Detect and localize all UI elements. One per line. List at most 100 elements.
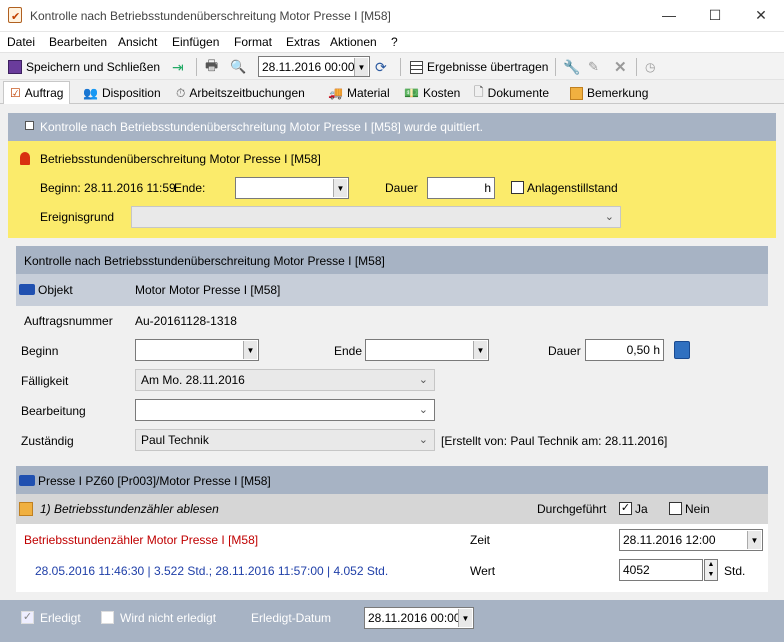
due-label: Fälligkeit [21,374,69,388]
tab-label: Kosten [422,86,461,100]
standstill-label: Anlagenstillstand [527,181,618,195]
object-value: Motor Motor Presse I [M58] [135,283,281,297]
acknowledged-text: Kontrolle nach Betriebsstundenüberschrei… [40,120,483,134]
export-icon[interactable]: ⇥ [172,57,184,77]
tab-bar: ☑ Auftrag 👥 Disposition ⏱ Arbeitszeitbuchun… [0,80,784,104]
duration-label: Dauer [548,344,581,358]
reason-label: Ereignisgrund [40,210,115,224]
tab-dokumente[interactable]: 🗋 Dokumente [468,82,555,104]
tab-material[interactable]: 🚚 Material [322,82,396,104]
alarm-begin: Beginn: 28.11.2016 11:59 [40,181,176,195]
task-done-label: Durchgeführt [537,502,607,516]
task-yes-checkbox[interactable]: ✓ [619,502,632,515]
menu-datei[interactable]: Datei [7,35,35,49]
calculator-icon[interactable] [674,341,690,359]
chevron-down-icon: ▼ [333,179,347,197]
menu-einfuegen[interactable]: Einfügen [172,35,219,49]
done-date-value: 28.11.2016 00:00 [368,611,461,625]
menu-extras[interactable]: Extras [286,35,320,49]
responsible-select[interactable]: Paul Technik ⌄ [135,429,435,451]
save-icon [8,60,22,74]
order-header-title: Kontrolle nach Betriebsstundenüberschrei… [24,254,385,268]
not-done-checkbox[interactable] [101,611,114,624]
due-select[interactable]: Am Mo. 28.11.2016 ⌄ [135,369,435,391]
save-close-button[interactable]: Speichern und Schließen [8,57,160,77]
refresh-icon[interactable]: ⟳ [375,57,387,77]
alarm-end-input[interactable]: ▼ [235,177,349,199]
tab-arbeitszeitbuchungen[interactable]: ⏱ Arbeitszeitbuchungen [170,82,311,104]
tab-label: Disposition [101,86,161,100]
processing-select[interactable]: ⌄ [135,399,435,421]
title-bar: ✔ Kontrolle nach Betriebsstundenüberschr… [0,0,784,32]
minimize-button[interactable]: — [646,0,692,30]
tab-kosten[interactable]: 💵 Kosten [398,82,466,104]
toolbar: Speichern und Schließen ⇥ 🖶 🔍 28.11.2016… [0,52,784,80]
done-date-input[interactable]: 28.11.2016 00:00 ▼ [364,607,474,629]
order-number-value: Au-20161128-1318 [135,314,237,328]
order-number-label: Auftragsnummer [24,314,113,328]
task-no-checkbox[interactable] [669,502,682,515]
menu-bar: Datei Bearbeiten Ansicht Einfügen Format… [0,32,784,52]
responsible-value: Paul Technik [141,433,209,447]
chevron-down-icon: ▼ [243,341,257,359]
acknowledged-checkbox[interactable] [25,121,34,130]
toolbar-date-select[interactable]: 28.11.2016 00:00 ▼ [258,56,370,77]
edit-icon[interactable]: ✎ [588,57,599,77]
begin-input[interactable]: ▼ [135,339,259,361]
task-note-icon [19,502,33,516]
alarm-duration-input[interactable]: h [427,177,495,199]
menu-bearbeiten[interactable]: Bearbeiten [49,35,107,49]
machine-header: Presse I PZ60 [Pr003]/Motor Presse I [M5… [16,466,768,494]
task-title: 1) Betriebsstundenzähler ablesen [40,502,219,516]
task-no-label: Nein [685,502,710,516]
done-checkbox[interactable]: ✓ [21,611,34,624]
reason-select[interactable]: ⌄ [131,206,621,228]
wrench-icon[interactable]: 🔧 [563,57,580,77]
toolbar-date-value: 28.11.2016 00:00 [262,59,355,74]
menu-help[interactable]: ? [391,35,398,49]
tab-disposition[interactable]: 👥 Disposition [77,82,167,104]
alarm-title: Betriebsstundenüberschreitung Motor Pres… [40,152,321,166]
app-icon: ✔ [8,7,22,23]
maximize-button[interactable]: ☐ [692,0,738,30]
chevron-down-icon: ⌄ [418,404,428,416]
menu-ansicht[interactable]: Ansicht [118,35,157,49]
value-input[interactable]: 4052 [619,559,703,581]
tab-label: Auftrag [24,86,64,100]
acknowledged-banner: Kontrolle nach Betriebsstundenüberschrei… [8,113,776,141]
standstill-checkbox[interactable] [511,181,524,194]
not-done-label: Wird nicht erledigt [120,611,217,625]
value-label: Wert [470,564,496,578]
menu-format[interactable]: Format [234,35,272,49]
time-input[interactable]: 28.11.2016 12:00 ▼ [619,529,763,551]
document-icon: 🗋 [474,84,484,99]
grid-icon [410,60,423,74]
counter-label: Betriebsstundenzähler Motor Presse I [M5… [24,533,259,547]
created-by: [Erstellt von: Paul Technik am: 28.11.20… [441,434,668,448]
print-icon[interactable]: 🖶 [205,57,218,77]
transfer-results-button[interactable]: Ergebnisse übertragen [410,57,548,77]
clock-icon[interactable]: ◷ [645,57,655,77]
task-yes-label: Ja [635,502,648,516]
toolbar-separator [636,58,637,76]
tab-bemerkung[interactable]: Bemerkung [564,82,654,104]
footer-bar: ✓ Erledigt Wird nicht erledigt Erledigt-… [0,600,784,642]
done-label: Erledigt [40,611,81,625]
tab-auftrag[interactable]: ☑ Auftrag [3,81,71,104]
duration-input[interactable]: 0,50 h [585,339,664,361]
material-icon: 🚚 [328,86,343,100]
end-input[interactable]: ▼ [365,339,489,361]
delete-icon[interactable]: ✕ [614,57,627,77]
order-icon: ☑ [10,86,21,100]
value-stepper[interactable]: ▲ ▼ [704,559,718,581]
menu-aktionen[interactable]: Aktionen [330,35,377,49]
close-button[interactable]: ✕ [738,0,784,30]
toolbar-separator [400,58,401,76]
time-label: Zeit [470,533,491,547]
processing-label: Bearbeitung [21,404,86,418]
machine-title: Presse I PZ60 [Pr003]/Motor Presse I [M5… [38,474,271,488]
window-title: Kontrolle nach Betriebsstundenüberschrei… [30,9,391,23]
tab-label: Dokumente [487,86,550,100]
end-label: Ende [334,344,363,358]
print-preview-icon[interactable]: 🔍 [230,57,246,77]
